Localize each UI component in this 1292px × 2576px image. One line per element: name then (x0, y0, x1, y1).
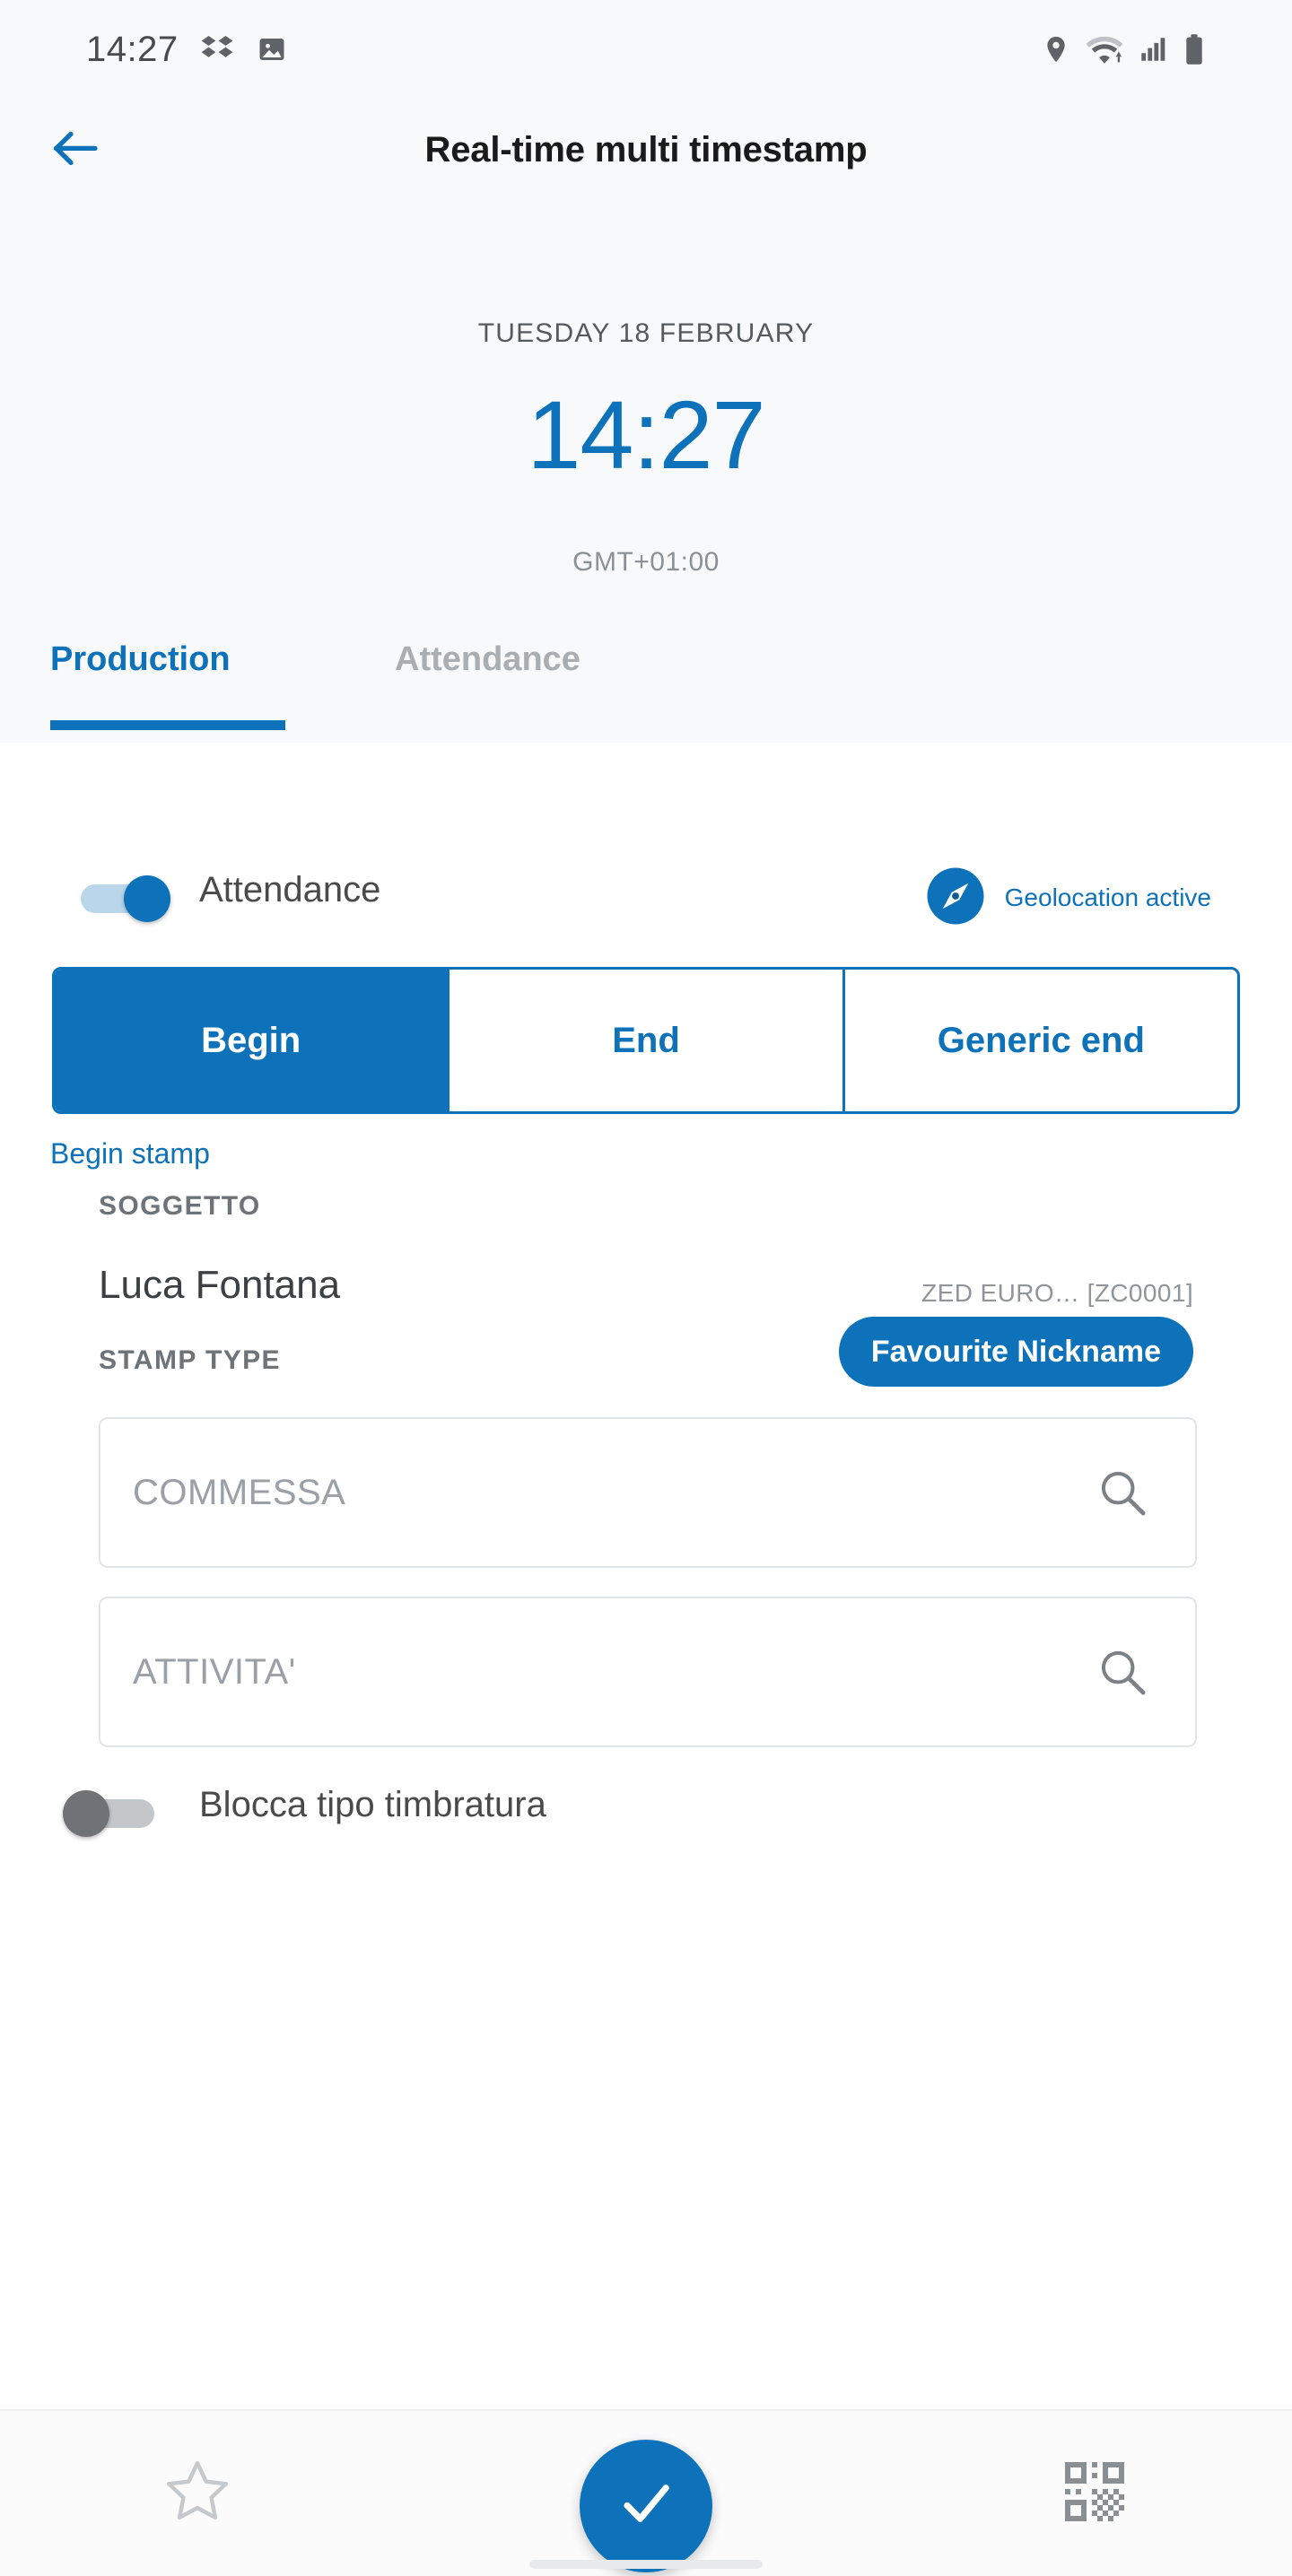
favourite-button[interactable] (117, 2411, 278, 2576)
lock-toggle-knob (63, 1790, 109, 1837)
compass-icon (926, 866, 985, 930)
attendance-toggle-label: Attendance (199, 870, 381, 909)
app-screen: 14:27 Real-time multi timestamp TUESDAY … (0, 0, 1292, 2576)
stamp-mode-segmented-control: Begin End Generic end (52, 967, 1240, 1114)
back-button[interactable] (43, 124, 108, 179)
attivita-placeholder: ATTIVITA' (133, 1651, 296, 1692)
subject-label: SOGGETTO (99, 1191, 261, 1221)
geolocation-label: Geolocation active (1004, 883, 1211, 911)
segment-begin[interactable]: Begin (55, 970, 450, 1111)
attivita-field[interactable]: ATTIVITA' (99, 1597, 1197, 1747)
attendance-toggle-knob (124, 875, 170, 922)
status-bar-clock: 14:27 (86, 29, 179, 69)
status-bar: 14:27 (0, 0, 1292, 99)
current-time: 14:27 (527, 380, 765, 489)
attendance-toggle[interactable] (81, 872, 178, 924)
content-area: Attendance Geolocation active Begin End … (0, 743, 1292, 2411)
attendance-toggle-row: Attendance Geolocation active (0, 859, 1292, 940)
search-icon[interactable] (1096, 1646, 1195, 1698)
back-arrow-icon (52, 130, 99, 174)
status-bar-right (1041, 0, 1206, 99)
wifi-icon (1086, 32, 1123, 66)
search-icon[interactable] (1096, 1466, 1195, 1519)
subject-code: ZED EURO… [ZC0001] (921, 1279, 1193, 1307)
commessa-field[interactable]: COMMESSA (99, 1417, 1197, 1568)
home-indicator (529, 2560, 763, 2569)
lock-stamp-type-toggle[interactable] (63, 1787, 160, 1839)
gallery-icon (256, 33, 288, 65)
title-bar: Real-time multi timestamp (0, 99, 1292, 202)
lock-stamp-type-row: Blocca tipo timbratura (0, 1774, 1292, 1855)
page-title: Real-time multi timestamp (424, 130, 868, 170)
location-pin-icon (1041, 34, 1071, 65)
favourite-nickname-button[interactable]: Favourite Nickname (838, 1317, 1193, 1387)
dropbox-icon (200, 32, 234, 66)
bottom-bar (0, 2409, 1292, 2576)
star-outline-icon (162, 2457, 232, 2531)
timezone-label: GMT+01:00 (572, 547, 720, 577)
stamp-type-label: STAMP TYPE (99, 1345, 281, 1375)
subject-name[interactable]: Luca Fontana (99, 1263, 340, 1308)
tab-active-indicator (50, 720, 285, 730)
geolocation-status[interactable]: Geolocation active (926, 866, 1211, 929)
qr-scan-button[interactable] (1014, 2411, 1175, 2576)
qr-code-icon (1060, 2457, 1130, 2531)
current-date: TUESDAY 18 FEBRUARY (477, 318, 815, 348)
tab-production[interactable]: Production (50, 628, 231, 755)
status-bar-left: 14:27 (86, 0, 288, 99)
segment-generic-end[interactable]: Generic end (845, 970, 1237, 1111)
lock-stamp-type-label: Blocca tipo timbratura (199, 1785, 546, 1824)
segment-end[interactable]: End (450, 970, 845, 1111)
tab-attendance[interactable]: Attendance (395, 628, 581, 755)
confirm-stamp-button[interactable] (580, 2440, 712, 2572)
battery-icon (1183, 33, 1206, 65)
commessa-placeholder: COMMESSA (133, 1472, 346, 1512)
cellular-signal-icon (1138, 34, 1168, 65)
begin-stamp-link[interactable]: Begin stamp (50, 1137, 210, 1171)
check-icon (613, 2471, 679, 2542)
